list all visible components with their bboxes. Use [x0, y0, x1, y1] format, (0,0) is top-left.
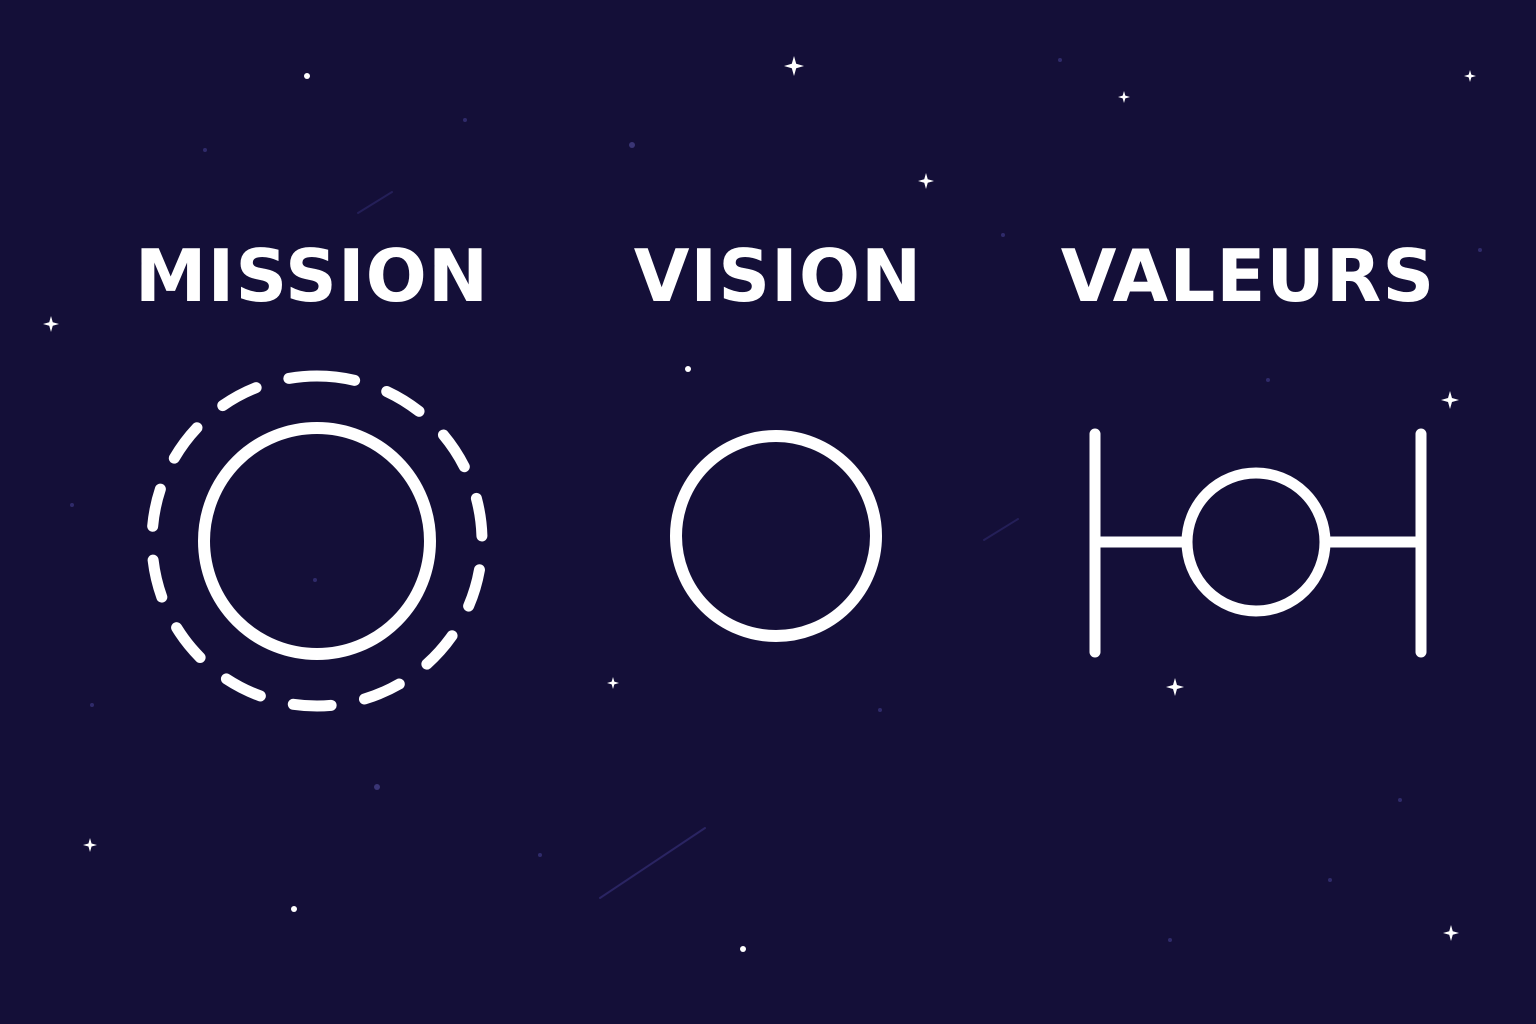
balance-circle-icon	[1089, 428, 1427, 658]
concentric-dashed-circle-icon	[146, 370, 488, 712]
icon-layer	[146, 370, 1427, 712]
inner-circle	[198, 422, 436, 660]
starfield-canvas: MISSION VISION VALEURS	[0, 0, 1536, 1024]
vision-circle	[670, 430, 882, 642]
valeurs-circle	[1181, 467, 1331, 617]
circle-icon	[670, 430, 882, 642]
